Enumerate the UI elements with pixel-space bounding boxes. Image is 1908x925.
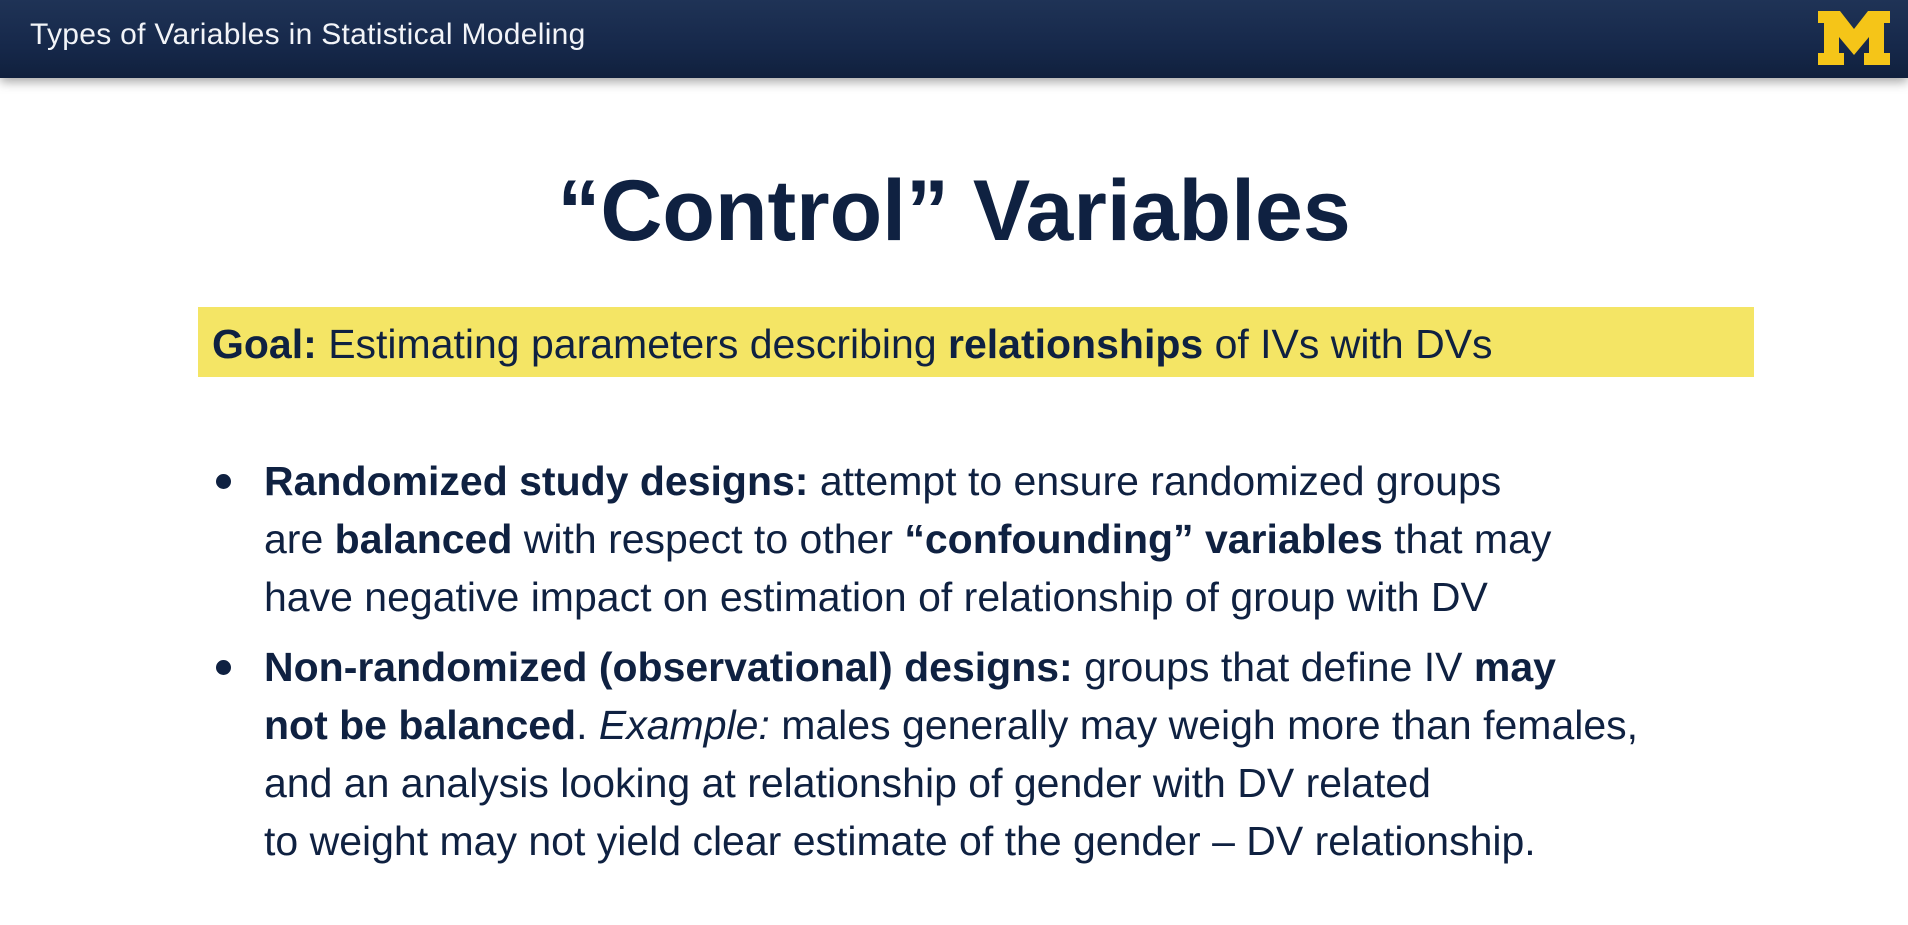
- goal-statement: Goal: Estimating parameters describing r…: [212, 321, 1493, 368]
- goal-highlight-box: Goal: Estimating parameters describing r…: [198, 307, 1754, 377]
- bullet-line: and an analysis looking at relationship …: [264, 760, 1431, 806]
- bullet-line: Randomized study designs: attempt to ens…: [264, 452, 1772, 510]
- goal-emphasis: relationships: [948, 321, 1204, 367]
- goal-label: Goal:: [212, 321, 317, 367]
- bullet-randomized: Randomized study designs: attempt to ens…: [212, 452, 1772, 626]
- bullet-text: groups that define IV: [1072, 644, 1474, 690]
- bullet-list: Randomized study designs: attempt to ens…: [212, 452, 1772, 870]
- bullet-line: not be balanced. Example: males generall…: [264, 696, 1772, 754]
- slide-title: “Control” Variables: [557, 163, 1351, 259]
- goal-text-1: Estimating parameters describing: [316, 321, 949, 367]
- bullet-text: .: [576, 702, 599, 748]
- bullet-text: males generally may weigh more than fema…: [769, 702, 1639, 748]
- bullet-emphasis: balanced: [334, 516, 513, 562]
- bullet-line: are balanced with respect to other “conf…: [264, 510, 1772, 568]
- goal-text-2: of IVs with DVs: [1203, 321, 1493, 367]
- bullet-dot-icon: [216, 660, 231, 675]
- bullet-heading: Randomized study designs:: [264, 458, 809, 504]
- bullet-text: are: [264, 516, 335, 562]
- bullet-non-randomized: Non-randomized (observational) designs: …: [212, 638, 1772, 870]
- bullet-example-label: Example:: [598, 702, 770, 748]
- bullet-line: Non-randomized (observational) designs: …: [264, 638, 1772, 696]
- university-logo-icon: [1818, 11, 1890, 65]
- bullet-text: with respect to other: [512, 516, 905, 562]
- bullet-text: that may: [1382, 516, 1552, 562]
- bullet-line: have negative impact on estimation of re…: [264, 574, 1488, 620]
- bullet-line: to weight may not yield clear estimate o…: [264, 818, 1536, 864]
- bullet-heading: Non-randomized (observational) designs:: [264, 644, 1073, 690]
- bullet-dot-icon: [216, 474, 231, 489]
- bullet-emphasis: may: [1473, 644, 1556, 690]
- header-bar: Types of Variables in Statistical Modeli…: [0, 0, 1908, 78]
- bullet-emphasis: “confounding” variables: [904, 516, 1383, 562]
- bullet-emphasis: not be balanced: [264, 702, 577, 748]
- course-title: Types of Variables in Statistical Modeli…: [30, 18, 586, 51]
- bullet-text: attempt to ensure randomized groups: [808, 458, 1502, 504]
